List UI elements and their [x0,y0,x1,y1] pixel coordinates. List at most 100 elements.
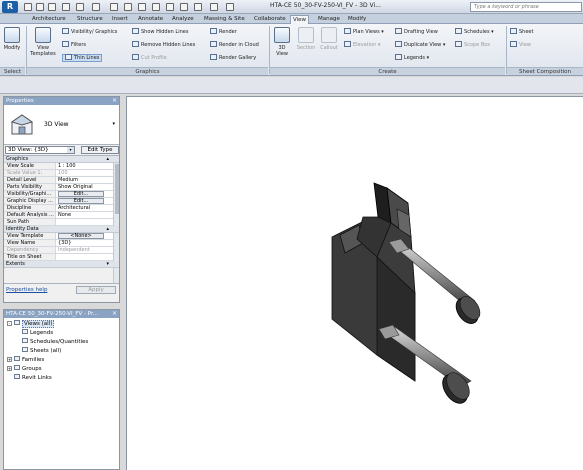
close-hidden-windows-icon[interactable] [194,3,202,11]
switch-windows-icon[interactable] [210,3,218,11]
tab-architecture[interactable]: Architecture [30,15,68,24]
browser-node[interactable]: Schedules/Quantities [4,338,119,347]
browser-node[interactable]: + Groups [4,365,119,374]
visibility-graphics-button[interactable]: Visibility/ Graphics [62,28,117,36]
schedules-label: Schedules [464,29,490,35]
view-templates-button[interactable]: View Templates [28,27,58,57]
legends-button[interactable]: Legends ▾ [395,54,429,62]
edit-type-button[interactable]: Edit Type [81,146,119,154]
print-icon[interactable] [92,3,100,11]
properties-help-link[interactable]: Properties help [6,287,47,293]
property-name: Discipline [4,205,56,211]
chevron-down-icon[interactable]: ▾ [67,147,74,153]
browser-node[interactable]: + Families [4,356,119,365]
tab-massing-site[interactable]: Massing & Site [202,15,247,24]
modify-button[interactable]: Modify [2,27,22,51]
collapse-toggle-icon[interactable]: ▴ [106,156,109,163]
property-value[interactable]: Architectural [56,205,119,211]
property-value[interactable]: Edit... [56,191,119,197]
property-value[interactable] [56,219,119,225]
tab-structure[interactable]: Structure [75,15,105,24]
duplicate-view-button[interactable]: Duplicate View ▾ [395,41,445,49]
browser-node[interactable]: Revit Links [4,374,119,383]
tab-collaborate[interactable]: Collaborate [252,15,288,24]
tab-insert[interactable]: Insert [110,15,130,24]
property-name: Parts Visibility [4,184,56,190]
property-value[interactable]: <None> [56,233,119,239]
3d-view-button[interactable]: 3D View [272,27,292,57]
edit-value-button[interactable]: Edit... [58,198,104,204]
sync-icon[interactable] [48,3,56,11]
sheet-icon [510,28,517,34]
property-row: Sun Path [4,219,119,226]
render-button[interactable]: Render [210,28,237,36]
measure-icon[interactable] [110,3,118,11]
expand-icon[interactable]: + [7,366,12,371]
section-icon[interactable] [166,3,174,11]
schedules-button[interactable]: Schedules ▾ [455,28,494,36]
plan-views-button[interactable]: Plan Views ▾ [344,28,384,36]
tab-view[interactable]: View [290,15,310,24]
property-value[interactable]: None [56,212,119,218]
3d-model-view[interactable] [127,97,583,470]
customize-qat-icon[interactable] [226,3,234,11]
callout-button[interactable]: Callout [318,27,340,51]
tab-manage[interactable]: Manage [316,15,342,24]
apply-button[interactable]: Apply [76,286,116,294]
scope-box-button[interactable]: Scope Box [455,41,490,49]
text-icon[interactable] [138,3,146,11]
property-value[interactable]: 1 : 100 [56,163,119,169]
render-in-cloud-button[interactable]: Render in Cloud [210,41,259,49]
place-view-button[interactable]: View [510,41,531,49]
show-hidden-lines-button[interactable]: Show Hidden Lines [132,28,188,36]
collapse-toggle-icon[interactable]: ▾ [106,261,109,268]
thin-lines-icon[interactable] [180,3,188,11]
property-group-header[interactable]: Graphics ▴ [4,156,119,163]
drafting-view-button[interactable]: Drafting View [395,28,438,36]
tab-modify[interactable]: Modify [346,15,368,24]
open-icon[interactable] [24,3,32,11]
chevron-down-icon[interactable]: ▾ [112,121,115,127]
property-group-header[interactable]: Identity Data ▴ [4,226,119,233]
collapse-toggle-icon[interactable]: ▴ [106,226,109,233]
redo-icon[interactable] [76,3,84,11]
tab-analyze[interactable]: Analyze [170,15,196,24]
undo-icon[interactable] [62,3,70,11]
property-value[interactable]: Medium [56,177,119,183]
scrollbar-thumb[interactable] [115,164,119,214]
elevation-button[interactable]: Elevation ▾ [344,41,380,49]
render-gallery-button[interactable]: Render Gallery [210,54,256,62]
expand-icon[interactable]: + [7,357,12,362]
instance-selector[interactable]: 3D View: {3D} ▾ [5,146,75,154]
close-icon[interactable]: × [112,310,117,318]
browser-node[interactable]: Legends [4,329,119,338]
edit-value-button[interactable]: Edit... [58,191,104,197]
property-value[interactable] [56,254,119,260]
filters-button[interactable]: Filters [62,41,86,49]
property-value[interactable]: {3D} [56,240,119,246]
type-selector[interactable]: 3D View ▾ [4,105,119,145]
default-3d-view-icon[interactable] [152,3,160,11]
edit-value-button[interactable]: <None> [58,233,104,239]
close-icon[interactable]: × [112,97,117,105]
browser-node[interactable]: - Views (all) [4,320,119,329]
type-name: 3D View [44,121,69,128]
save-icon[interactable] [36,3,44,11]
drawing-area[interactable] [126,96,583,470]
collapse-icon[interactable]: - [7,321,12,326]
search-input[interactable]: Type a keyword or phrase [470,2,582,12]
property-group-header[interactable]: Extents ▾ [4,261,119,268]
cut-profile-button[interactable]: Cut Profile [132,54,167,62]
property-value-text: 1 : 100 [58,163,76,169]
sheet-button[interactable]: Sheet [510,28,533,36]
remove-hidden-lines-button[interactable]: Remove Hidden Lines [132,41,195,49]
dimension-icon[interactable] [124,3,132,11]
property-value[interactable]: Show Original [56,184,119,190]
browser-node[interactable]: Sheets (all) [4,347,119,356]
property-value[interactable]: Edit... [56,198,119,204]
tab-annotate[interactable]: Annotate [136,15,165,24]
thin-lines-button[interactable]: Thin Lines [62,54,103,62]
application-menu-button[interactable]: R [2,1,18,13]
section-button[interactable]: Section [294,27,318,51]
property-row: Detail Level Medium [4,177,119,184]
